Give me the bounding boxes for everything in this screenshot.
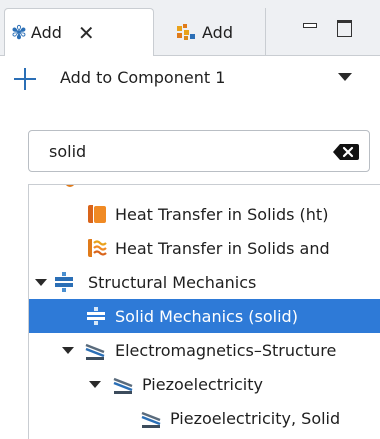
tree-item-label: Piezoelectricity, Solid (170, 408, 341, 428)
solid-mechanics-icon (85, 305, 107, 327)
tree-item-heat-transfer-solids[interactable]: Heat Transfer in Solids (ht) (29, 197, 380, 231)
heat-transfer-icon (65, 185, 75, 187)
add-to-component-row: Add to Component 1 (0, 56, 380, 102)
tree-item-label: Piezoelectricity (142, 374, 263, 394)
physics-icon: ✾ (11, 21, 27, 44)
search-input[interactable] (29, 131, 319, 171)
tab-bar: ✾ Add ✕ Add (0, 0, 380, 56)
tree-item-solid-mechanics[interactable]: Solid Mechanics (solid) (29, 299, 380, 333)
heat-transfer-icon (85, 203, 107, 225)
chevron-down-icon[interactable] (62, 347, 74, 354)
minimize-icon[interactable] (300, 18, 320, 38)
tree-item-heat-transfer-solids-fluids[interactable]: Heat Transfer in Solids and (29, 231, 380, 265)
add-to-component-label: Add to Component 1 (60, 68, 226, 87)
tree-item-label: Solid Mechanics (solid) (115, 306, 298, 326)
tree-item-piezoelectricity-solid[interactable]: Piezoelectricity, Solid (29, 401, 380, 435)
chevron-down-icon[interactable] (35, 279, 47, 286)
tab-add-multiphysics[interactable]: Add (162, 8, 266, 56)
tab-label: Add (202, 22, 233, 42)
tab-label: Add (30, 23, 62, 42)
plus-icon[interactable] (14, 68, 36, 90)
tree-item-label: Electromagnetics–Structure (115, 340, 337, 360)
structural-mechanics-icon (53, 271, 75, 293)
heat-transfer-fluids-icon (85, 237, 107, 259)
tree-item-label: Structural Mechanics (88, 272, 257, 292)
physics-tree: Heat Transfer in Solids (ht) Heat Transf… (28, 184, 380, 439)
tree-item-structural-mechanics[interactable]: Structural Mechanics (29, 265, 380, 299)
tree-item-label: Heat Transfer in Solids and (115, 238, 330, 258)
tree-item-piezoelectricity[interactable]: Piezoelectricity (29, 367, 380, 401)
multiphysics-icon (176, 22, 196, 42)
clear-icon[interactable] (333, 144, 359, 160)
electromagnetics-structure-icon (84, 339, 106, 361)
tree-item-label: Heat Transfer in Solids (ht) (115, 204, 329, 224)
search-box (28, 130, 370, 172)
piezoelectricity-icon (112, 373, 134, 395)
chevron-down-icon[interactable] (338, 73, 352, 81)
close-icon[interactable]: ✕ (78, 21, 95, 45)
maximize-icon[interactable] (335, 18, 355, 38)
tab-add-physics[interactable]: ✾ Add ✕ (4, 8, 154, 56)
chevron-down-icon[interactable] (89, 381, 101, 388)
tree-item-electromagnetics-structure[interactable]: Electromagnetics–Structure (29, 333, 380, 367)
piezoelectricity-icon (140, 407, 162, 429)
